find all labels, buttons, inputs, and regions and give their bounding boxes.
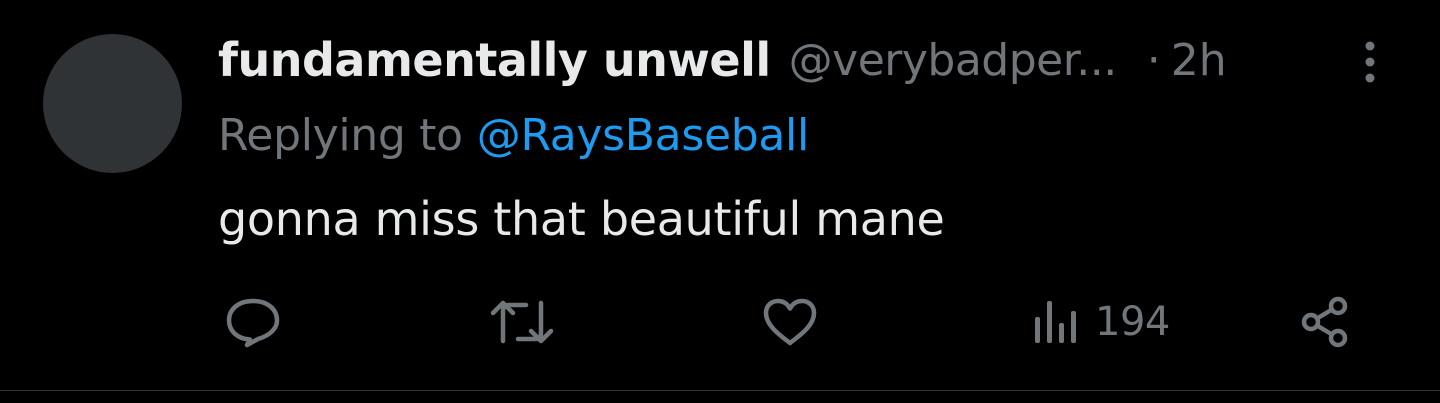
author-display-name[interactable]: fundamentally unwell	[218, 33, 771, 87]
share-icon	[1301, 296, 1348, 348]
separator-dot: ·	[1146, 34, 1161, 86]
reply-icon	[226, 298, 280, 348]
more-vertical-icon	[1365, 41, 1375, 83]
heart-icon	[763, 298, 817, 346]
divider	[0, 390, 1440, 391]
views-button[interactable]: 194	[1033, 292, 1170, 352]
retweet-icon	[490, 300, 554, 344]
share-button[interactable]	[1298, 292, 1352, 352]
views-count: 194	[1095, 299, 1170, 345]
tweet-header: fundamentally unwell @verybadper... · 2h	[218, 26, 1227, 94]
more-options-button[interactable]	[1344, 36, 1396, 88]
timestamp[interactable]: 2h	[1171, 35, 1227, 86]
retweet-button[interactable]	[490, 292, 554, 352]
avatar[interactable]	[43, 34, 182, 173]
replying-to-label: Replying to	[218, 109, 463, 161]
tweet-text: gonna miss that beautiful mane	[218, 192, 945, 246]
tweet[interactable]: fundamentally unwell @verybadper... · 2h…	[0, 0, 1440, 391]
reply-button[interactable]	[224, 292, 282, 352]
author-handle[interactable]: @verybadper...	[789, 35, 1118, 86]
like-button[interactable]	[762, 292, 818, 352]
analytics-icon	[1035, 301, 1076, 343]
reply-target-link[interactable]: @RaysBaseball	[477, 110, 809, 161]
replying-to: Replying to @RaysBaseball	[218, 104, 809, 166]
